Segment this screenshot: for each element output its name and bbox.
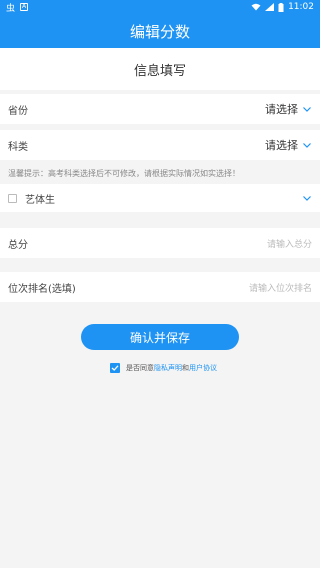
wifi-icon: [251, 3, 261, 11]
status-left: 虫 A: [6, 1, 29, 14]
province-select[interactable]: 省份 请选择: [0, 94, 320, 124]
selection-tip: 温馨提示：高考科类选择后不可修改，请根据实际情况如实选择！: [0, 164, 320, 182]
subject-select[interactable]: 科类 请选择: [0, 130, 320, 160]
page-header: 编辑分数: [0, 14, 320, 48]
province-value-group: 请选择: [265, 101, 312, 117]
chevron-down-icon: [303, 143, 311, 148]
section-title: 信息填写: [0, 48, 320, 90]
status-bar: 虫 A 11:02: [0, 0, 320, 14]
art-student-checkbox[interactable]: [8, 193, 17, 203]
agreement-and: 和: [182, 364, 189, 372]
subject-label: 科类: [8, 141, 28, 153]
terms-link[interactable]: 用户协议: [189, 364, 217, 372]
score-input[interactable]: 请输入总分: [267, 237, 312, 250]
privacy-link[interactable]: 隐私声明: [154, 364, 182, 372]
agreement-prefix: 是否同意: [126, 364, 154, 372]
rank-label: 位次排名(选填): [8, 283, 76, 295]
page-title: 编辑分数: [129, 22, 190, 41]
agreement-text: 是否同意隐私声明和用户协议: [126, 363, 217, 373]
rank-row: 位次排名(选填) 请输入位次排名: [0, 272, 320, 302]
status-right: 11:02: [251, 2, 314, 12]
province-value: 请选择: [265, 103, 298, 116]
rank-input[interactable]: 请输入位次排名: [249, 281, 312, 294]
province-label: 省份: [8, 105, 28, 117]
score-label: 总分: [8, 239, 28, 251]
art-student-row[interactable]: 艺体生: [0, 184, 320, 212]
agreement-checkbox[interactable]: [110, 363, 120, 373]
bug-icon: 虫: [6, 3, 16, 14]
score-row: 总分 请输入总分: [0, 228, 320, 258]
section-title-text: 信息填写: [133, 63, 186, 79]
art-student-group: 艺体生: [8, 191, 55, 206]
agreement-row: 是否同意隐私声明和用户协议: [110, 362, 217, 374]
art-student-label: 艺体生: [25, 194, 55, 206]
subject-value-group: 请选择: [265, 137, 312, 153]
save-button[interactable]: 确认并保存: [81, 324, 239, 350]
status-time: 11:02: [288, 2, 314, 12]
signal-icon: [265, 3, 275, 11]
subject-value: 请选择: [265, 139, 298, 152]
chevron-down-icon[interactable]: [302, 193, 312, 203]
battery-icon: [278, 2, 284, 12]
selection-tip-text: 温馨提示：高考科类选择后不可修改，请根据实际情况如实选择！: [8, 168, 240, 178]
chevron-down-icon: [303, 107, 311, 112]
notification-icon: A: [20, 3, 29, 11]
check-icon: [111, 365, 119, 371]
